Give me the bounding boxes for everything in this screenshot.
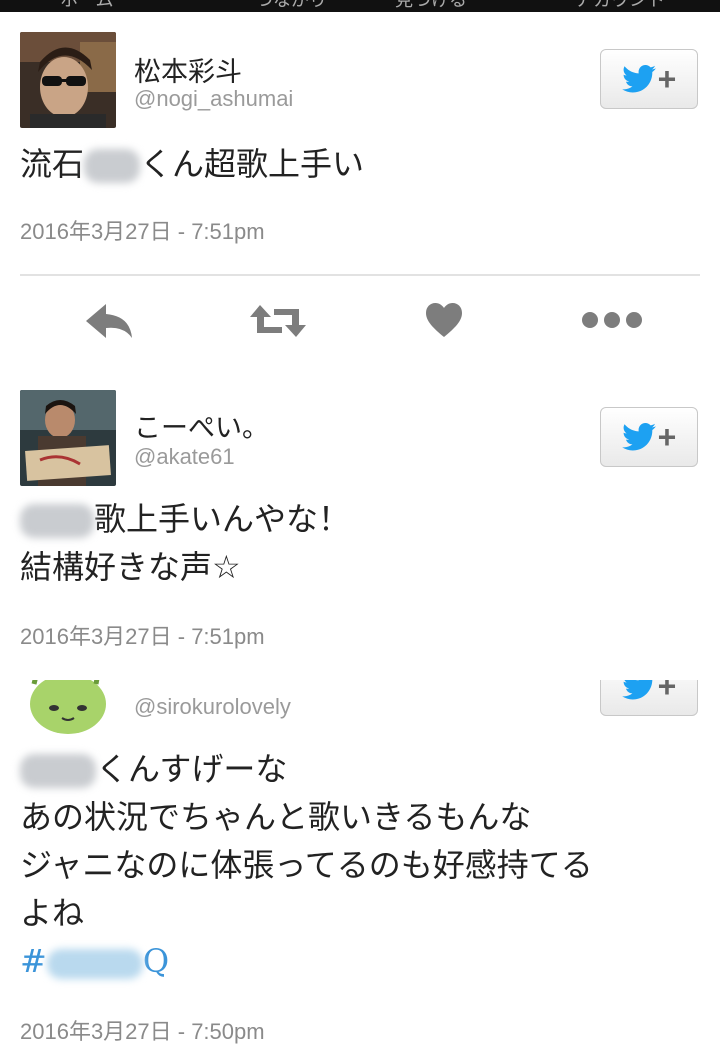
user-handle[interactable]: @sirokurolovely	[134, 694, 291, 720]
avatar[interactable]	[20, 680, 116, 738]
tweet-card: @sirokurolovely + くんすげーな あの状況でちゃんと歌いきるもん…	[0, 0, 720, 1053]
redacted-blur	[20, 754, 96, 788]
redacted-blur	[46, 948, 143, 979]
tweet-timestamp[interactable]: 2016年3月27日 - 7:50pm	[20, 1014, 265, 1046]
plus-icon: +	[657, 680, 677, 704]
tweet-text: くんすげーな あの状況でちゃんと歌いきるもんな ジャニなのに体張ってるのも好感持…	[20, 750, 593, 980]
hashtag-link[interactable]: # Q	[20, 942, 169, 980]
twitter-bird-icon	[621, 680, 652, 700]
follow-button[interactable]: +	[600, 680, 698, 716]
clipped-header: @sirokurolovely +	[0, 680, 720, 738]
